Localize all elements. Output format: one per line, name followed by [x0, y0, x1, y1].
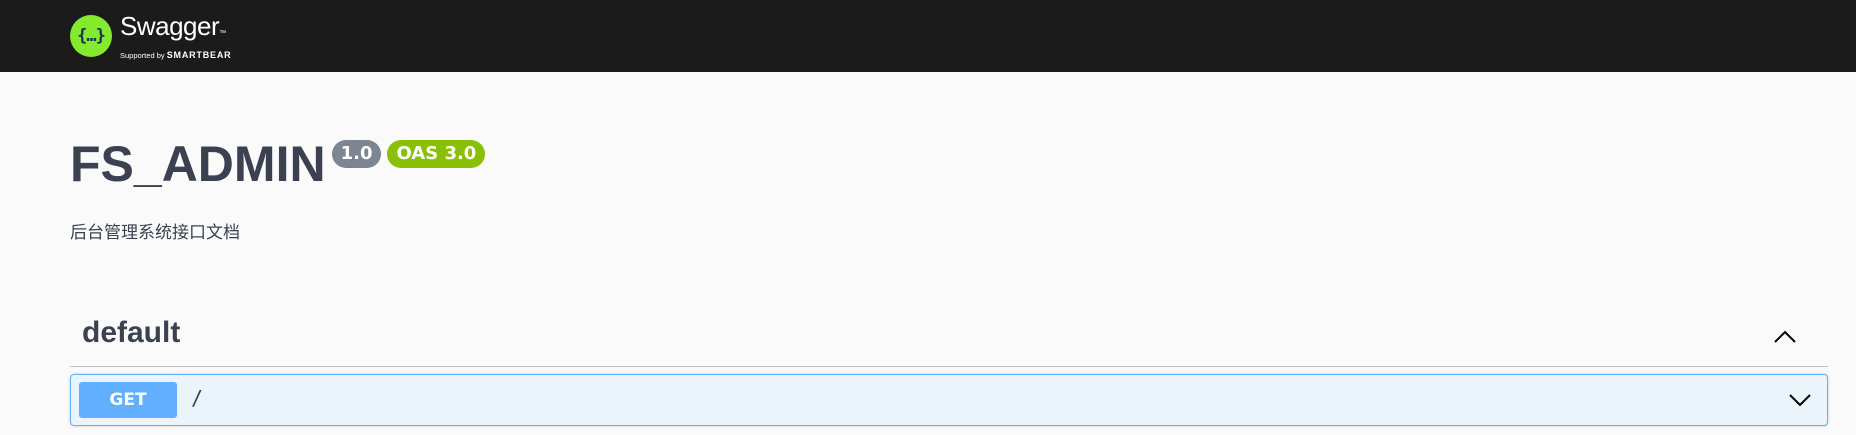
swagger-logo-link[interactable]: {…} Swagger™ Supported by SMARTBEAR [70, 10, 231, 62]
supporter-name: SMARTBEAR [166, 49, 232, 60]
brand-name: Swagger™ [120, 12, 231, 48]
operation-path: / [191, 386, 204, 410]
chevron-down-icon[interactable] [1787, 387, 1813, 413]
brand-text: Swagger™ Supported by SMARTBEAR [120, 12, 231, 61]
api-description: 后台管理系统接口文档 [70, 223, 240, 243]
brand-trademark: ™ [219, 29, 226, 37]
method-badge: GET [79, 382, 177, 418]
tag-name[interactable]: default [82, 316, 180, 350]
page-title: FS_ADMIN [70, 136, 326, 192]
operation-get-root[interactable]: GET / [70, 374, 1828, 426]
brand-name-text: Swagger [120, 10, 220, 41]
chevron-up-icon[interactable] [1772, 324, 1798, 350]
top-bar: {…} Swagger™ Supported by SMARTBEAR [0, 0, 1856, 72]
version-badge: 1.0 [331, 140, 382, 168]
brand-supported-by: Supported by SMARTBEAR [120, 50, 231, 61]
oas-version-badge: OAS 3.0 [387, 140, 486, 168]
tag-section-default[interactable]: default [70, 308, 1828, 367]
supported-by-text: Supported by [120, 50, 165, 60]
info-title-row: FS_ADMIN 1.0 OAS 3.0 [70, 130, 486, 198]
swagger-logo-icon: {…} [70, 15, 112, 57]
